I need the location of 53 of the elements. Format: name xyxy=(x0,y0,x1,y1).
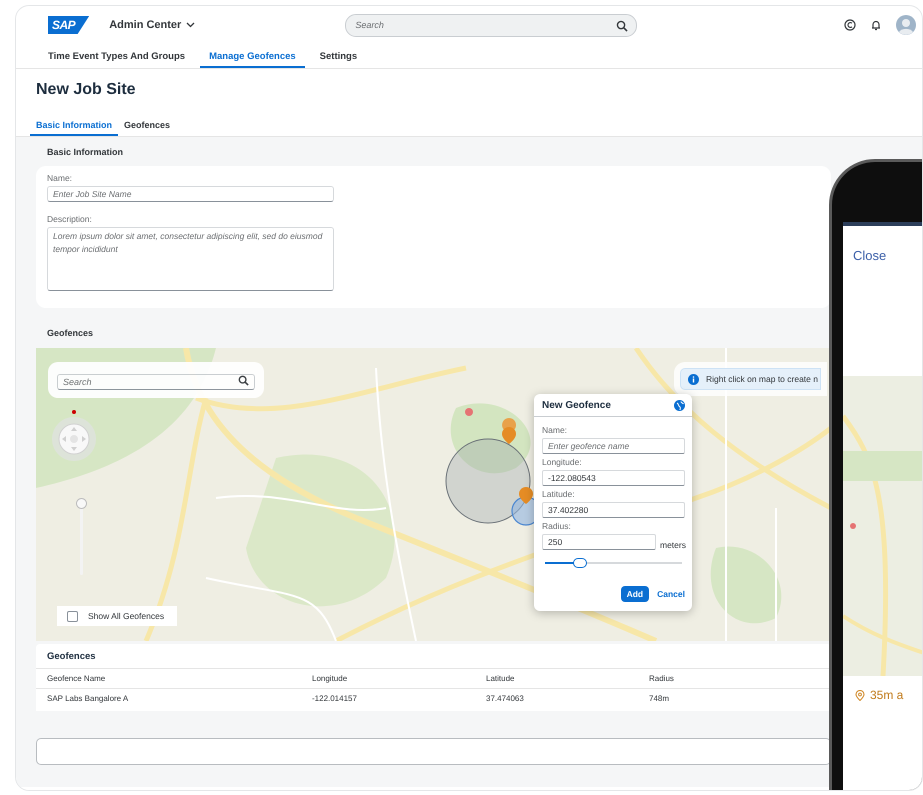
field-label: Radius: xyxy=(542,521,572,531)
section-heading: Geofences xyxy=(46,328,94,340)
field-label: Description: xyxy=(47,214,92,224)
column-header: Radius xyxy=(649,674,675,683)
nav-tab[interactable]: Settings xyxy=(310,40,366,68)
input-field[interactable]: Enter geofence name xyxy=(542,438,685,454)
radius-slider[interactable] xyxy=(542,558,685,568)
nav-tab[interactable]: Time Event Types And Groups xyxy=(39,40,194,68)
input-field[interactable] xyxy=(36,738,831,765)
field-label: Longitude: xyxy=(542,457,583,467)
checkbox[interactable] xyxy=(67,610,78,622)
section-heading: Basic Information xyxy=(46,147,124,159)
close-link[interactable]: Close xyxy=(853,248,886,263)
column-header: Latitude xyxy=(486,674,516,683)
bell-icon xyxy=(870,19,882,31)
location-pin-icon xyxy=(855,690,865,700)
table-cell-text: 748m xyxy=(649,694,670,703)
field-label: Name: xyxy=(542,425,568,435)
map-search-field[interactable]: Search xyxy=(57,374,255,390)
search-icon xyxy=(238,375,249,386)
table-cell-text: -122.014157 xyxy=(312,694,358,703)
add-button[interactable]: Add xyxy=(620,586,650,602)
chevron-down-icon xyxy=(186,22,196,28)
field-label: Name: xyxy=(47,173,72,183)
unit-label: meters xyxy=(660,540,686,550)
avatar-icon xyxy=(896,15,916,35)
slider-thumb[interactable] xyxy=(573,558,588,568)
page-title: New Job Site xyxy=(36,81,137,100)
cancel-button[interactable]: Cancel xyxy=(657,586,685,602)
globe-icon xyxy=(674,400,685,411)
input-field[interactable]: 37.402280 xyxy=(542,502,685,518)
info-text: Right click on map to create n xyxy=(706,374,819,384)
distance-text: 35m a xyxy=(870,688,904,702)
table-cell-text: 37.474063 xyxy=(486,694,525,703)
search-icon xyxy=(616,20,628,32)
input-field[interactable]: -122.080543 xyxy=(542,470,685,486)
app-menu-button[interactable]: Admin Center xyxy=(109,19,196,31)
info-icon xyxy=(688,374,700,384)
c-circle-icon xyxy=(844,19,856,31)
sap-logo: SAP xyxy=(48,16,90,34)
field-label: Latitude: xyxy=(542,489,576,499)
nav-tab[interactable]: Manage Geofences xyxy=(200,40,305,68)
name-input-field[interactable]: Enter Job Site Name xyxy=(47,186,334,202)
input-field[interactable]: 250 xyxy=(542,534,656,550)
checkbox-label: Show All Geofences xyxy=(88,611,164,621)
search-field[interactable]: Search xyxy=(345,14,638,36)
table-cell-text: SAP Labs Bangalore A xyxy=(47,694,130,703)
popup-title: New Geofence xyxy=(542,400,611,411)
section-tab[interactable]: Geofences xyxy=(118,112,176,136)
column-header: Geofence Name xyxy=(47,674,106,683)
column-header: Longitude xyxy=(312,674,348,683)
table-title: Geofences xyxy=(36,644,831,669)
description-input-field[interactable]: Lorem ipsum dolor sit amet, consectetur adipiscing elit, sed do eiusmod tempor incididunt xyxy=(47,227,334,291)
